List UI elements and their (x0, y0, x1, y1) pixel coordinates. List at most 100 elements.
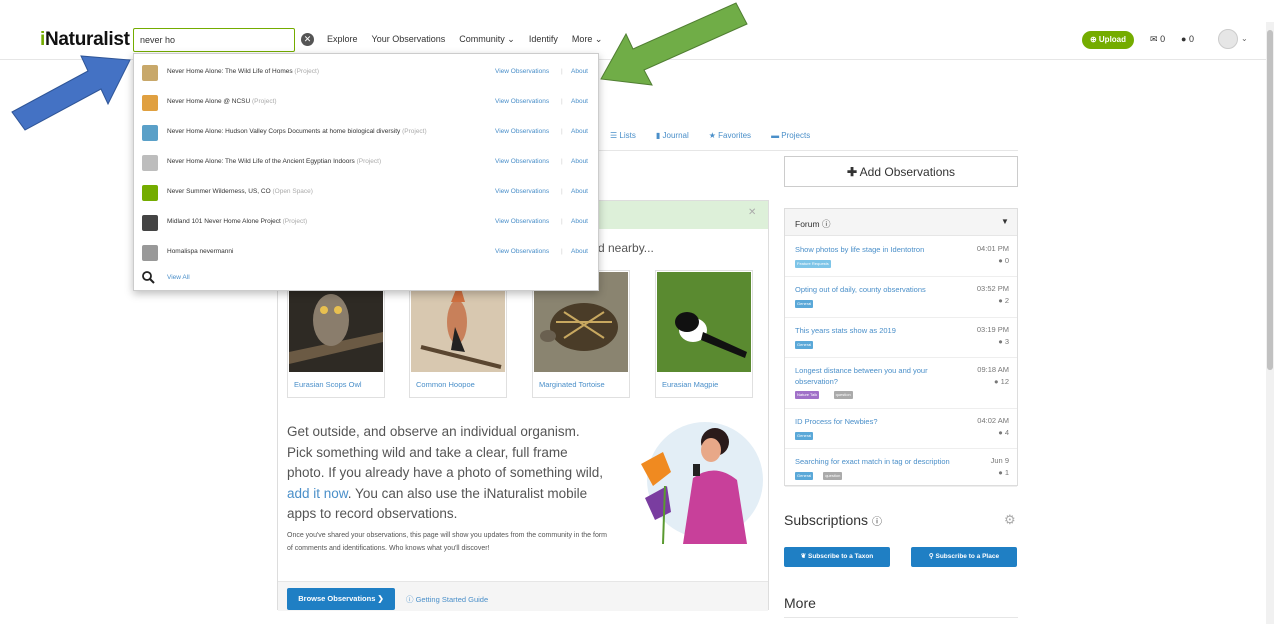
topic-time: 03:19 PM (976, 325, 1009, 334)
result-name[interactable]: Midland 101 Never Home Alone Project (Pr… (167, 218, 307, 225)
welcome-card-footer: Browse Observations ❯ ⓘ Getting Started … (278, 581, 768, 611)
tab-journal[interactable]: ▮ Journal (656, 131, 689, 140)
topic-title[interactable]: Opting out of daily, county observations (795, 284, 957, 295)
topic-tag[interactable]: question (823, 472, 843, 480)
view-all-label: View All (167, 274, 190, 281)
species-card[interactable]: Eurasian Magpie (655, 270, 753, 398)
result-name[interactable]: Never Home Alone: Hudson Valley Corps Do… (167, 128, 427, 135)
add-it-now-link[interactable]: add it now (287, 486, 348, 501)
result-type: (Project) (252, 98, 277, 105)
view-observations-link[interactable]: View Observations (495, 98, 549, 105)
caret-down-icon[interactable]: ▼ (1001, 217, 1009, 226)
topic-title[interactable]: This years stats show as 2019 (795, 325, 957, 336)
nav-community[interactable]: Community ⌄ (459, 34, 515, 45)
tab-favorites[interactable]: ★ Favorites (709, 131, 751, 140)
result-title: Never Summer Wilderness, US, CO (167, 188, 271, 195)
nav-more[interactable]: More ⌄ (572, 34, 603, 45)
topic-reply-count: ● 3 (963, 337, 1009, 346)
nav-explore[interactable]: Explore (327, 34, 358, 45)
result-name[interactable]: Never Home Alone @ NCSU (Project) (167, 98, 277, 105)
forum-topic[interactable]: Longest distance between you and your ob… (785, 358, 1017, 409)
view-all-results[interactable]: View All (134, 266, 600, 290)
about-link[interactable]: About (571, 248, 588, 255)
result-thumbnail (142, 125, 158, 141)
species-name: Eurasian Magpie (662, 380, 719, 389)
view-observations-link[interactable]: View Observations (495, 248, 549, 255)
search-input[interactable] (133, 28, 295, 52)
inaturalist-logo[interactable]: iNaturalist (40, 29, 130, 51)
result-name[interactable]: Never Home Alone: The Wild Life of the A… (167, 158, 381, 165)
view-observations-link[interactable]: View Observations (495, 218, 549, 225)
view-observations-link[interactable]: View Observations (495, 158, 549, 165)
messages-count: 0 (1160, 34, 1166, 44)
about-link[interactable]: About (571, 98, 588, 105)
chat-bubble-icon: ● (998, 256, 1003, 265)
tab-label: Projects (781, 131, 811, 140)
forum-topic[interactable]: Show photos by life stage in Identotron 0… (785, 237, 1017, 277)
search-result-item[interactable]: Never Home Alone: The Wild Life of the A… (134, 148, 600, 178)
topic-title[interactable]: Searching for exact match in tag or desc… (795, 456, 957, 467)
result-type: (Project) (282, 218, 308, 225)
close-icon[interactable]: ✕ (748, 207, 756, 218)
topic-tag[interactable]: General (795, 432, 814, 440)
chevron-down-icon[interactable]: ⌄ (1241, 34, 1248, 43)
magpie-photo (657, 272, 751, 372)
link-separator: | (561, 218, 563, 225)
gear-icon[interactable]: ⚙ (1004, 512, 1016, 528)
result-name[interactable]: Never Home Alone: The Wild Life of Homes… (167, 68, 319, 75)
topic-title[interactable]: Show photos by life stage in Identotron (795, 244, 957, 255)
tab-projects[interactable]: ▬ Projects (771, 131, 810, 140)
getting-started-guide-link[interactable]: ⓘ Getting Started Guide (406, 594, 488, 605)
about-link[interactable]: About (571, 218, 588, 225)
scrollbar-thumb[interactable] (1267, 30, 1273, 370)
topic-tag[interactable]: General (795, 341, 814, 349)
search-result-item[interactable]: Never Summer Wilderness, US, CO (Open Sp… (134, 178, 600, 208)
notifications-indicator[interactable]: ● 0 (1181, 34, 1194, 44)
view-observations-link[interactable]: View Observations (495, 68, 549, 75)
forum-topic[interactable]: This years stats show as 2019 03:19 PM ● 3… (785, 318, 1017, 358)
about-link[interactable]: About (571, 158, 588, 165)
forum-topic[interactable]: Searching for exact match in tag or desc… (785, 449, 1017, 487)
topic-tag[interactable]: General (795, 300, 814, 308)
view-observations-link[interactable]: View Observations (495, 188, 549, 195)
about-link[interactable]: About (571, 68, 588, 75)
subscribe-place-button[interactable]: ⚲ Subscribe to a Place (911, 547, 1017, 567)
tab-lists[interactable]: ☰ Lists (610, 131, 636, 140)
search-result-item[interactable]: Never Home Alone @ NCSU (Project) View Ob… (134, 88, 600, 118)
topic-title[interactable]: ID Process for Newbies? (795, 416, 957, 427)
topic-title[interactable]: Longest distance between you and your ob… (795, 365, 957, 387)
nav-your-observations[interactable]: Your Observations (372, 34, 446, 45)
topic-tag[interactable]: General (795, 472, 814, 480)
nav-identify[interactable]: Identify (529, 34, 558, 45)
result-thumbnail (142, 185, 158, 201)
browse-observations-button[interactable]: Browse Observations ❯ (287, 588, 395, 610)
messages-indicator[interactable]: ✉ 0 (1150, 34, 1165, 45)
forum-header[interactable]: Forum ⓘ ▼ (785, 209, 1017, 236)
forum-topic[interactable]: ID Process for Newbies? 04:02 AM ● 4 Genera… (785, 409, 1017, 449)
plus-icon: ✚ (846, 165, 857, 179)
result-name[interactable]: Never Summer Wilderness, US, CO (Open Sp… (167, 188, 313, 195)
topic-tag[interactable]: Nature Talk (795, 391, 820, 399)
search-result-item[interactable]: Never Home Alone: The Wild Life of Homes… (134, 58, 600, 88)
search-result-item[interactable]: Homalispa nevermanni View Observations | A… (134, 238, 600, 268)
view-observations-link[interactable]: View Observations (495, 128, 549, 135)
chat-bubble-icon: ● (994, 377, 999, 386)
clear-search-icon[interactable]: ✕ (301, 33, 314, 46)
search-result-item[interactable]: Midland 101 Never Home Alone Project (Pr… (134, 208, 600, 238)
search-result-item[interactable]: Never Home Alone: Hudson Valley Corps Do… (134, 118, 600, 148)
chat-bubble-icon: ● (998, 468, 1003, 477)
about-link[interactable]: About (571, 128, 588, 135)
add-observations-button[interactable]: ✚ Add Observations (784, 156, 1018, 187)
observer-illustration (641, 422, 763, 545)
topic-tag[interactable]: Feature Requests (795, 260, 831, 268)
result-type: (Project) (356, 158, 382, 165)
topic-tag[interactable]: question (833, 391, 853, 399)
chat-bubble-icon: ● (1181, 34, 1187, 44)
result-name[interactable]: Homalispa nevermanni (167, 248, 233, 255)
chat-bubble-icon: ● (998, 296, 1003, 305)
avatar[interactable] (1218, 29, 1238, 49)
upload-button[interactable]: ⊕ Upload (1082, 31, 1134, 49)
about-link[interactable]: About (571, 188, 588, 195)
subscribe-taxon-button[interactable]: ❦ Subscribe to a Taxon (784, 547, 890, 567)
forum-topic[interactable]: Opting out of daily, county observations… (785, 277, 1017, 318)
